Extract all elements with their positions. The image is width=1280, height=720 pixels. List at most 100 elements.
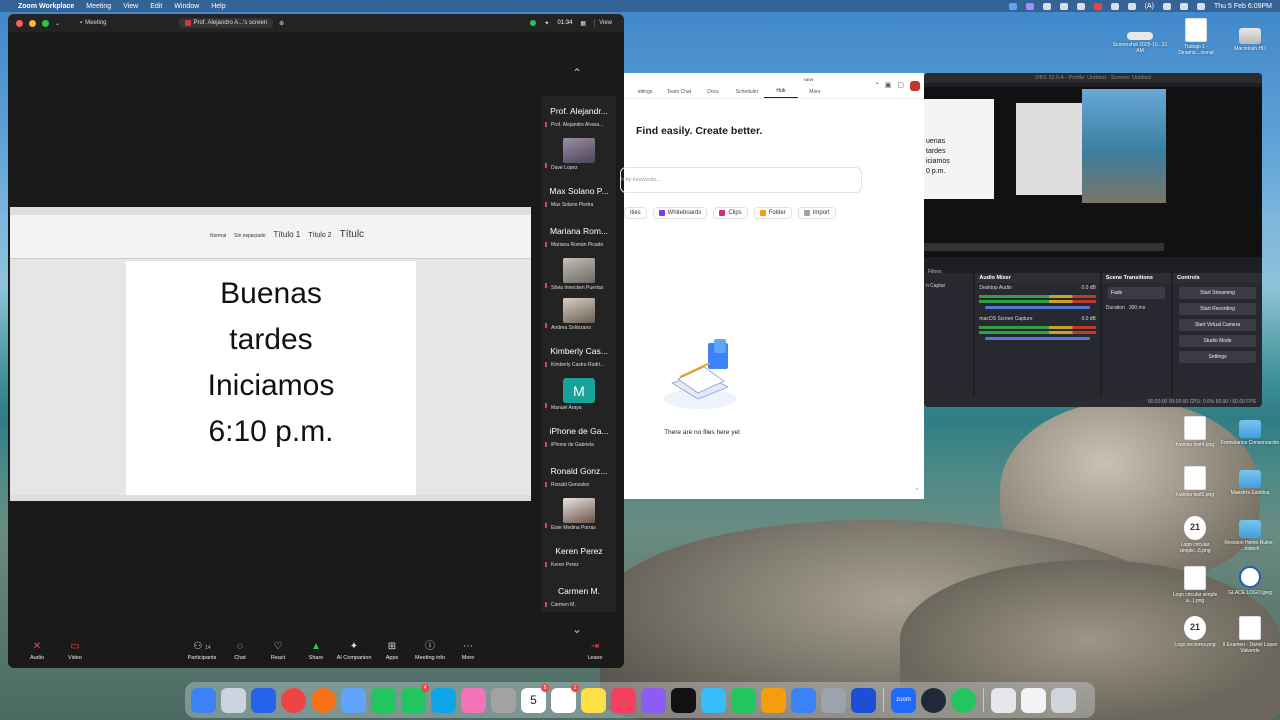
reminders-icon[interactable]: 1 xyxy=(551,683,579,713)
desktop-file[interactable]: 21 Logo vectores.png xyxy=(1165,616,1225,648)
desktop-file[interactable]: 21 Logo circular simple...6.png xyxy=(1165,516,1225,554)
menu-view[interactable]: View xyxy=(123,3,138,10)
menu-window[interactable]: Window xyxy=(174,3,199,10)
menu-meeting[interactable]: Meeting xyxy=(86,3,111,10)
apple-tv-icon[interactable] xyxy=(671,687,696,713)
status-icon[interactable] xyxy=(1127,2,1136,10)
close-window-button[interactable] xyxy=(16,19,23,27)
tab-settings[interactable]: ettings xyxy=(628,89,662,98)
desktop-file[interactable]: II Examen - Dariel Lopez Valverde xyxy=(1220,616,1280,654)
leave-button[interactable]: ⇥ Leave xyxy=(576,641,614,661)
avatar[interactable] xyxy=(910,81,920,91)
trash-icon[interactable] xyxy=(1051,687,1076,713)
transition-select[interactable]: Fade xyxy=(1107,287,1166,299)
participant-tile[interactable]: Prof. Alejandr... Prof. Alejandro Alvara… xyxy=(542,96,616,136)
desktop-file[interactable]: Logo circular simple a...).png xyxy=(1165,566,1225,604)
numbers-icon[interactable] xyxy=(731,687,756,713)
more-button[interactable]: ⋯ More xyxy=(449,641,487,661)
safari-icon[interactable] xyxy=(251,687,276,713)
participant-tile[interactable]: Keren Perez Keren Perez xyxy=(542,536,616,576)
desktop-file[interactable]: Trabajo 1 - Dinamic...cional xyxy=(1166,18,1226,56)
feedback-icon[interactable]: ▫ xyxy=(916,486,918,493)
participant-tile[interactable]: Elsie Medina Porras xyxy=(542,496,616,536)
desktop-file[interactable]: Ivannia test4.png xyxy=(1165,416,1225,448)
share-button[interactable]: ▲ Share xyxy=(297,641,335,661)
video-button[interactable]: ▭ Video xyxy=(56,641,94,661)
music-icon[interactable] xyxy=(611,687,636,713)
react-button[interactable]: ♡ React xyxy=(259,641,297,661)
mail-icon[interactable] xyxy=(341,687,366,713)
volume-slider[interactable] xyxy=(985,337,1090,340)
status-icon[interactable] xyxy=(1076,2,1085,10)
phone-icon[interactable]: ▣ xyxy=(885,81,892,91)
bell-icon[interactable]: ◔ xyxy=(875,81,879,91)
view-button[interactable]: View xyxy=(594,19,616,27)
studio-mode-button[interactable]: Studio Mode xyxy=(1179,335,1256,347)
status-icon[interactable] xyxy=(1025,2,1034,10)
tab-meeting[interactable]: ▪ Meeting xyxy=(74,18,113,28)
status-icon[interactable] xyxy=(1008,2,1017,10)
recent-window-icon[interactable] xyxy=(991,687,1016,713)
participant-tile[interactable]: Dave Lopez xyxy=(542,136,616,176)
status-icon[interactable] xyxy=(1059,2,1068,10)
notes-icon[interactable] xyxy=(581,687,606,713)
menu-edit[interactable]: Edit xyxy=(150,3,162,10)
tab-shared-screen[interactable]: Prof. Alejandro A...'s screen xyxy=(178,18,274,28)
firefox-icon[interactable] xyxy=(311,687,336,713)
tab-hub[interactable]: Hub xyxy=(764,88,798,98)
globe-icon[interactable]: ⊕ xyxy=(279,20,284,27)
preview-icon[interactable] xyxy=(851,687,876,713)
security-shield-icon[interactable] xyxy=(530,20,537,26)
desktop-folder[interactable]: Formularios Conversación xyxy=(1220,416,1280,446)
obs-icon[interactable] xyxy=(921,687,946,713)
finder-icon[interactable] xyxy=(191,687,216,713)
participant-tile[interactable]: M Manuel Araya xyxy=(542,376,616,416)
recent-window-icon[interactable] xyxy=(1021,687,1046,713)
participant-tile[interactable]: Carmen M. Carmen M. xyxy=(542,576,616,616)
volume-slider[interactable] xyxy=(985,306,1090,309)
messages-icon[interactable]: 4 xyxy=(401,683,429,713)
photos-icon[interactable] xyxy=(461,687,486,713)
zoom-window-button[interactable] xyxy=(42,19,49,27)
menu-help[interactable]: Help xyxy=(211,3,225,10)
participant-tile[interactable]: Silvia Innecken Puertas xyxy=(542,256,616,296)
whatsapp-icon[interactable] xyxy=(951,687,976,713)
status-icon[interactable] xyxy=(1042,2,1051,10)
desktop-file[interactable]: GLACE LOGO.jpeg xyxy=(1220,566,1280,596)
system-settings-icon[interactable] xyxy=(821,687,846,713)
input-source-indicator[interactable]: (A) xyxy=(1145,3,1154,10)
chrome-icon[interactable] xyxy=(281,687,306,713)
calendar-icon[interactable]: 55 xyxy=(521,683,549,713)
duration-input[interactable]: 300 ms xyxy=(1129,305,1145,311)
start-virtual-camera-button[interactable]: Start Virtual Camera xyxy=(1179,319,1256,331)
settings-button[interactable]: Settings xyxy=(1179,351,1256,363)
audio-button[interactable]: ✕ Audio xyxy=(18,641,56,661)
participant-tile[interactable]: Andrea Solórzano xyxy=(542,296,616,336)
launchpad-icon[interactable] xyxy=(221,687,246,713)
ai-companion-button[interactable]: ✦ AI Companion xyxy=(335,641,373,661)
signal-icon[interactable]: ✦ xyxy=(544,20,549,27)
chip-activities[interactable]: ities xyxy=(624,207,647,219)
start-streaming-button[interactable]: Start Streaming xyxy=(1179,287,1256,299)
desktop-file[interactable]: Ivannia test5.png xyxy=(1165,466,1225,498)
chevron-up-icon[interactable]: ⌃ xyxy=(568,66,586,80)
meeting-info-button[interactable]: ⓘ Meeting info xyxy=(411,641,449,661)
pages-icon[interactable] xyxy=(761,687,786,713)
status-icon[interactable] xyxy=(1110,2,1119,10)
chip-whiteboards[interactable]: Whiteboards xyxy=(652,207,708,219)
participant-tile[interactable]: Ronald Gonz... Ronald Gonzalez xyxy=(542,456,616,496)
layout-icon[interactable]: ▦ xyxy=(580,20,586,27)
wifi-icon[interactable] xyxy=(1163,2,1172,10)
participant-tile[interactable]: Kimberly Cas... Kimberly Castro Rodrí... xyxy=(542,336,616,376)
maps-icon[interactable] xyxy=(431,687,456,713)
start-recording-button[interactable]: Start Recording xyxy=(1179,303,1256,315)
keynote-icon[interactable] xyxy=(701,687,726,713)
tab-team-chat[interactable]: Team Chat xyxy=(662,89,696,98)
menubar-clock[interactable]: Thu 5 Feb 6:09PM xyxy=(1214,3,1272,10)
minimize-window-button[interactable] xyxy=(29,19,36,27)
chat-button[interactable]: ◌ Chat xyxy=(221,641,259,661)
desktop-folder[interactable]: Maestría Estética xyxy=(1220,466,1280,496)
tab-docs[interactable]: Docs xyxy=(696,89,730,98)
contacts-icon[interactable] xyxy=(491,687,516,713)
chip-folder[interactable]: Folder xyxy=(753,207,792,219)
